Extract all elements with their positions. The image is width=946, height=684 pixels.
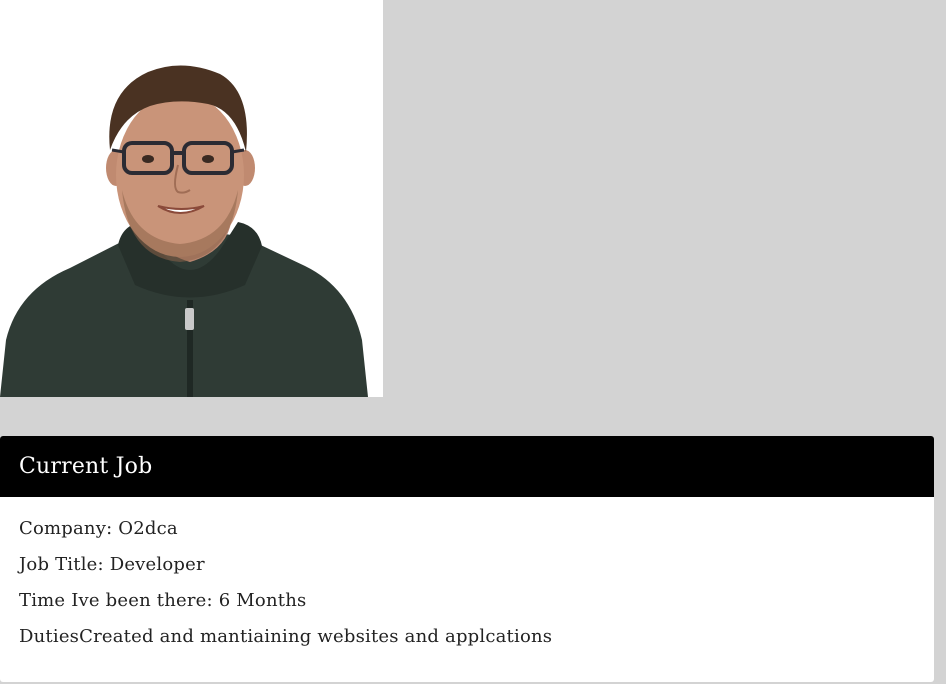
tenure-line: Time Ive been there: 6 Months <box>19 590 307 611</box>
company-line: Company: O2dca <box>19 518 178 539</box>
duties-line: DutiesCreated and mantiaining websites a… <box>19 626 553 647</box>
current-job-card: Current Job Company: O2dca Job Title: De… <box>0 436 934 682</box>
current-job-title: Current Job <box>19 454 153 479</box>
page: Current Job Company: O2dca Job Title: De… <box>0 0 946 684</box>
current-job-details: Company: O2dca Job Title: Developer Time… <box>0 497 934 661</box>
profile-photo <box>0 0 383 397</box>
job-title-line: Job Title: Developer <box>19 554 205 575</box>
profile-photo-illustration <box>0 0 383 397</box>
current-job-header: Current Job <box>0 436 934 497</box>
